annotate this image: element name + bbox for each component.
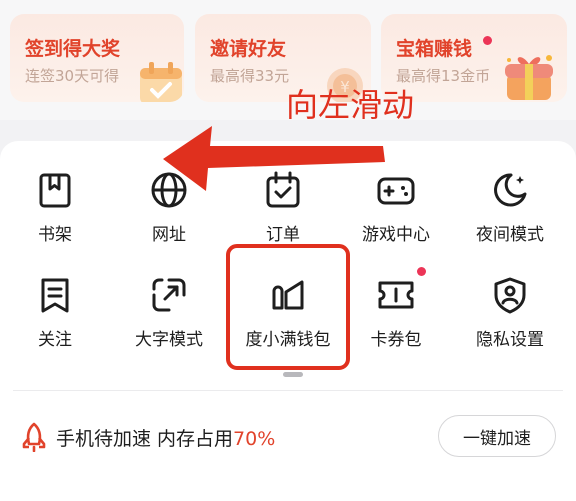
swipe-left-annotation: 向左滑动: [286, 86, 415, 124]
swipe-left-arrow-annotation: [163, 126, 385, 191]
